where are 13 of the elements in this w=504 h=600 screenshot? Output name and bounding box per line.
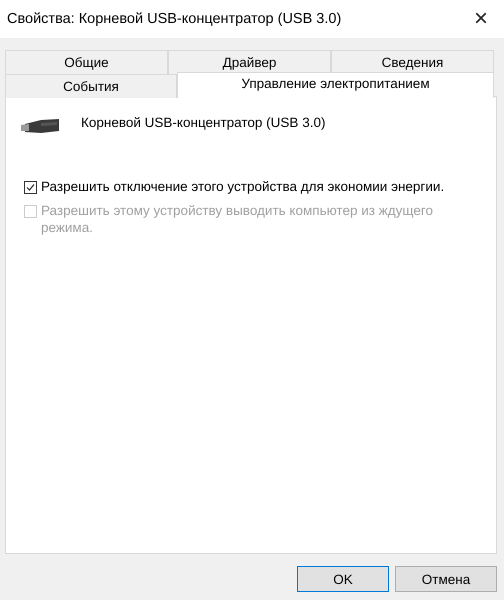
tab[interactable]: Управление электропитанием [177,72,494,98]
checkbox-label: Разрешить этому устройству выводить компьютер из ждущего режима. [41,202,434,236]
close-button[interactable]: × [466,7,496,31]
checkbox[interactable] [24,181,37,194]
device-name: Корневой USB-концентратор (USB 3.0) [81,114,326,130]
window-title: Свойства: Корневой USB-концентратор (USB 3.0) [7,11,342,27]
tab[interactable]: События [5,74,177,98]
dialog-button[interactable]: OK [297,566,389,592]
tab[interactable]: Общие [5,50,168,74]
checkbox-label: Разрешить отключение этого устройства для экономии энергии. [41,178,446,195]
dialog-button[interactable]: Отмена [395,566,497,592]
tab[interactable]: Сведения [331,50,494,74]
tab[interactable]: Драйвер [168,50,331,74]
